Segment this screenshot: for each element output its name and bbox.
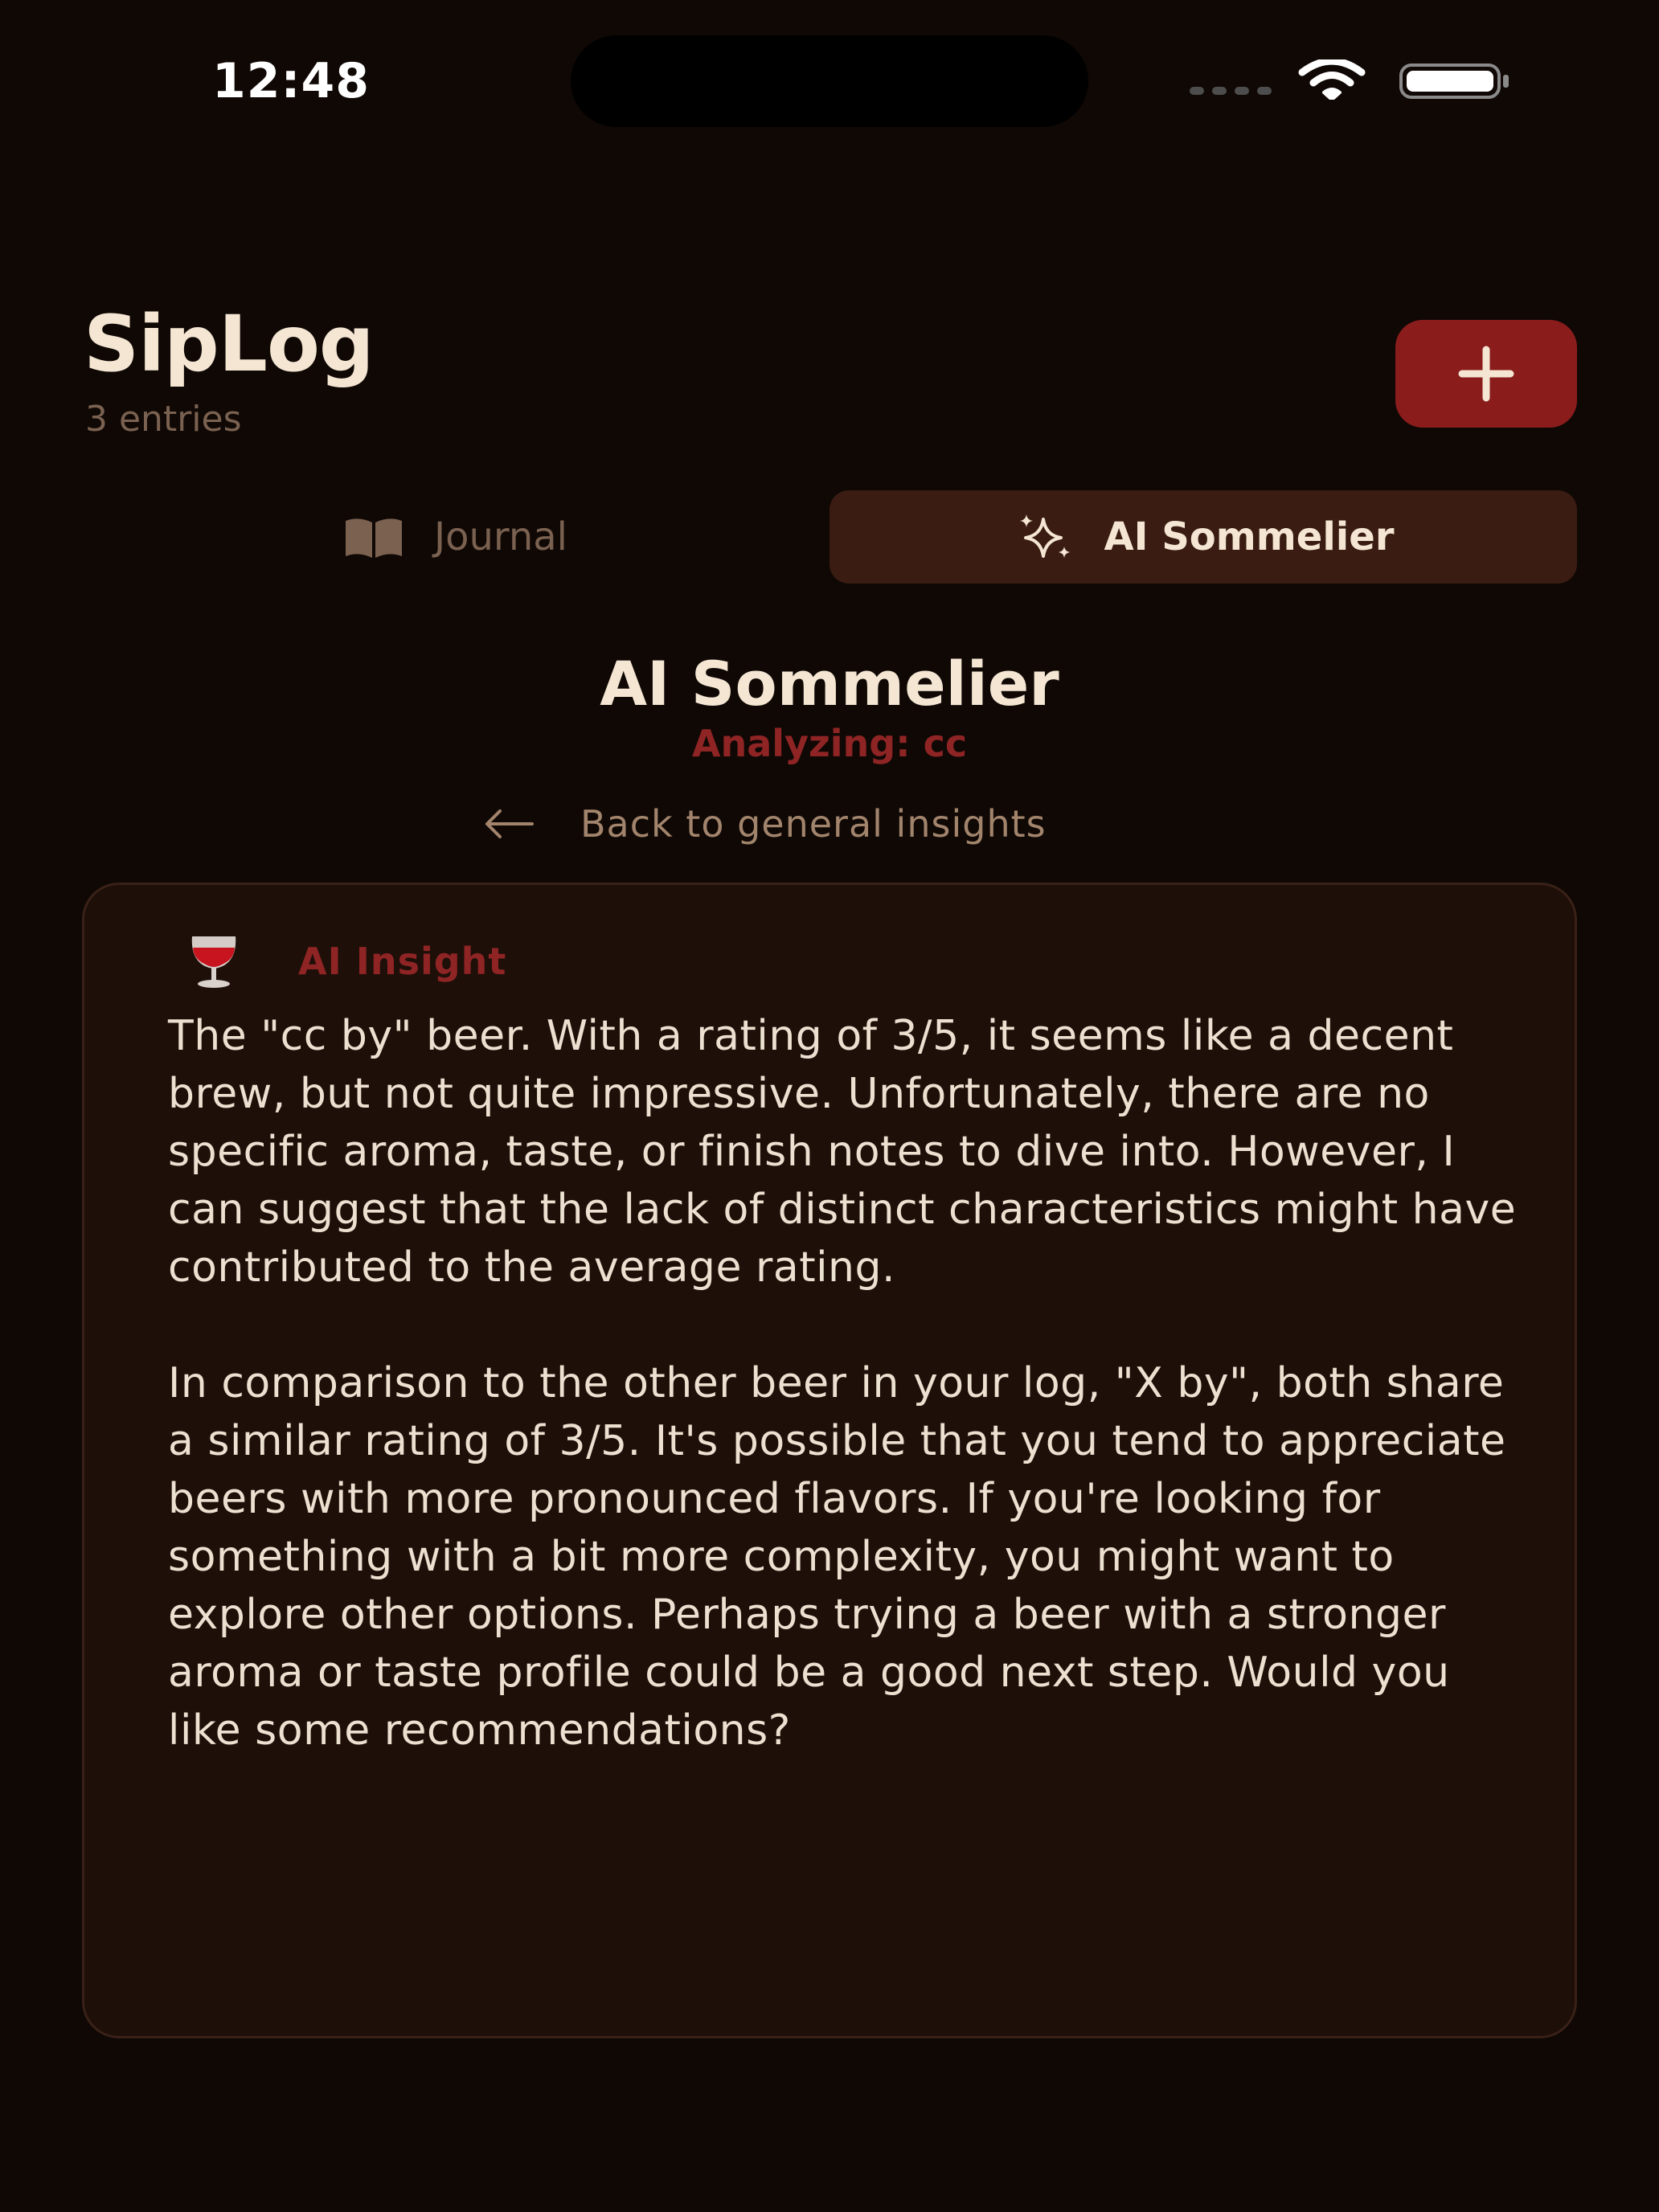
back-to-general-insights-link[interactable]: Back to general insights [482, 796, 1047, 852]
insight-text: The "cc by" beer. With a rating of 3/5, … [168, 1012, 1517, 1755]
insight-header: AI Insight [186, 933, 506, 989]
analyzing-subtitle: Analyzing: cc [691, 722, 968, 765]
ai-insight-card: AI Insight The "cc by" beer. With a rati… [82, 883, 1577, 2038]
add-entry-button[interactable] [1395, 320, 1577, 428]
sparkles-icon [1019, 514, 1070, 558]
app-screen: 12:48 SipLog 3 entries Journal AI Sommel… [0, 0, 1659, 2212]
status-time: 12:48 [212, 53, 370, 109]
tab-journal-label: Journal [433, 514, 567, 559]
back-link-label: Back to general insights [580, 802, 1047, 846]
app-title: SipLog [84, 299, 375, 389]
tab-ai-sommelier-label: AI Sommelier [1104, 514, 1395, 559]
arrow-left-icon [485, 809, 534, 838]
dynamic-island [571, 35, 1088, 127]
entry-count: 3 entries [85, 399, 242, 440]
wifi-icon [1298, 59, 1366, 100]
section-title: AI Sommelier [600, 648, 1059, 719]
cellular-signal-icon [1190, 87, 1272, 95]
plus-icon [1458, 346, 1514, 402]
battery-icon [1399, 63, 1509, 99]
tab-journal[interactable]: Journal [84, 490, 826, 584]
tab-ai-sommelier[interactable]: AI Sommelier [830, 490, 1577, 584]
book-icon [345, 518, 402, 558]
status-bar: 12:48 [0, 0, 1659, 161]
insight-label: AI Insight [298, 940, 507, 983]
wine-glass-icon [191, 936, 236, 988]
